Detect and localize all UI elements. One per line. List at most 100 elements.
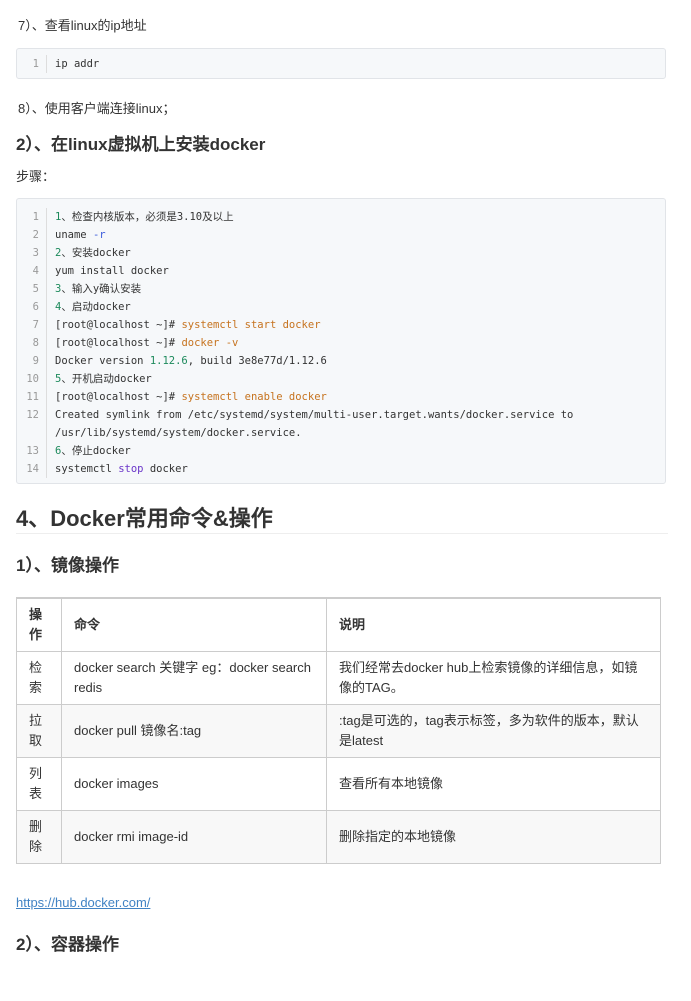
cell-desc: 我们经常去docker hub上检索镜像的详细信息，如镜像的TAG。: [326, 651, 661, 705]
table-row: 列表 docker images 查看所有本地镜像: [16, 757, 661, 811]
code-text: ip addr: [55, 58, 100, 70]
code-line: 13 6、停止docker: [17, 442, 665, 460]
code-token: docker: [143, 463, 188, 475]
code-text: [root@localhost ~]# systemctl enable doc…: [47, 388, 327, 406]
code-token: 、启动docker: [61, 301, 131, 313]
code-token: systemctl: [55, 463, 119, 475]
code-line: 2 uname -r: [17, 226, 665, 244]
code-line: 4 yum install docker: [17, 262, 665, 280]
line-number: 12: [17, 406, 47, 424]
cell-command: docker pull 镜像名:tag: [61, 704, 327, 758]
code-text: systemctl stop docker: [47, 460, 188, 478]
cell-desc: :tag是可选的，tag表示标签，多为软件的版本，默认是latest: [326, 704, 661, 758]
code-line: 3 2、安装docker: [17, 244, 665, 262]
code-token: stop: [118, 463, 144, 475]
code-text: [root@localhost ~]# systemctl start dock…: [47, 316, 321, 334]
table-row: 检索 docker search 关键字 eg：docker search red…: [16, 651, 661, 705]
table-header-row: 操作 命令 说明: [16, 597, 661, 652]
step-7-text: 7）、查看linux的ip地址: [18, 18, 147, 33]
docker-hub-link[interactable]: https://hub.docker.com/: [16, 895, 150, 910]
line-number: 14: [17, 460, 47, 478]
header-desc: 说明: [326, 597, 661, 652]
code-token: 、安装docker: [61, 247, 131, 259]
line-number: [17, 424, 47, 442]
cell-op: 列表: [16, 757, 62, 811]
line-number: 2: [17, 226, 47, 244]
code-block-install: 1 1、检查内核版本，必须是3.10及以上 2 uname -r 3 2、安装docker…: [16, 198, 666, 484]
line-number: 4: [17, 262, 47, 280]
line-number: 9: [17, 352, 47, 370]
code-token: 1.12.6: [149, 355, 188, 367]
code-text: 4、启动docker: [47, 298, 131, 316]
line-number: 6: [17, 298, 47, 316]
line-number: 13: [17, 442, 47, 460]
code-text: 3、输入y确认安装: [47, 280, 141, 298]
code-token: 、输入y确认安装: [61, 283, 142, 295]
line-number: 5: [17, 280, 47, 298]
table-row: 删除 docker rmi image-id 删除指定的本地镜像: [16, 810, 661, 864]
header-command: 命令: [61, 597, 327, 652]
line-number: 1: [17, 55, 47, 73]
heading-container-ops: 2）、容器操作: [16, 935, 119, 954]
step-8-text: 8）、使用客户端连接linux；: [18, 101, 176, 116]
code-text: Created symlink from /etc/systemd/system…: [47, 406, 573, 424]
cell-command: docker rmi image-id: [61, 810, 327, 864]
heading-install-docker: 2）、在linux虚拟机上安装docker: [16, 135, 266, 154]
divider: [16, 533, 668, 534]
code-token: systemctl enable docker: [181, 391, 327, 403]
code-line: 11 [root@localhost ~]# systemctl enable d…: [17, 388, 665, 406]
code-token: 、检查内核版本，必须是3.10及以上: [61, 211, 234, 223]
code-token: , build 3e8e77d/1.12.6: [187, 355, 327, 367]
cell-command: docker search 关键字 eg：docker search redis: [61, 651, 327, 705]
code-line: 12 Created symlink from /etc/systemd/syst…: [17, 406, 665, 424]
line-number: 11: [17, 388, 47, 406]
line-number: 8: [17, 334, 47, 352]
code-text: Docker version 1.12.6, build 3e8e77d/1.1…: [47, 352, 327, 370]
code-line: 8 [root@localhost ~]# docker -v: [17, 334, 665, 352]
code-text: /usr/lib/systemd/system/docker.service.: [47, 424, 302, 442]
code-line: 9 Docker version 1.12.6, build 3e8e77d/1.…: [17, 352, 665, 370]
header-op: 操作: [16, 597, 62, 652]
code-token: systemctl start docker: [181, 319, 321, 331]
cell-op: 拉取: [16, 704, 62, 758]
code-text: yum install docker: [47, 262, 169, 280]
code-line: /usr/lib/systemd/system/docker.service.: [17, 424, 665, 442]
line-number: 3: [17, 244, 47, 262]
code-line: 1 1、检查内核版本，必须是3.10及以上: [17, 208, 665, 226]
code-token: [root@localhost ~]#: [55, 391, 182, 403]
table-row: 拉取 docker pull 镜像名:tag:tag是可选的，tag表示标签，多为…: [16, 704, 661, 758]
steps-label: 步骤：: [16, 169, 56, 184]
code-token: docker -v: [181, 337, 239, 349]
code-line: 6 4、启动docker: [17, 298, 665, 316]
code-token: Created symlink from /etc/systemd/system…: [55, 409, 574, 421]
cell-desc: 查看所有本地镜像: [326, 757, 661, 811]
code-token: -r: [92, 229, 106, 241]
code-text: [root@localhost ~]# docker -v: [47, 334, 238, 352]
code-token: 、停止docker: [61, 445, 131, 457]
code-token: [root@localhost ~]#: [55, 319, 182, 331]
line-number: 7: [17, 316, 47, 334]
code-token: uname: [55, 229, 93, 241]
heading-image-ops: 1）、镜像操作: [16, 556, 119, 575]
cell-op: 删除: [16, 810, 62, 864]
code-token: /usr/lib/systemd/system/docker.service.: [55, 427, 302, 439]
code-line: 14 systemctl stop docker: [17, 460, 665, 478]
code-token: Docker version: [55, 355, 150, 367]
code-token: [root@localhost ~]#: [55, 337, 182, 349]
code-line: 7 [root@localhost ~]# systemctl start doc…: [17, 316, 665, 334]
image-ops-table: 操作 命令 说明 检索 docker search 关键字 eg：docker s…: [16, 597, 661, 864]
code-text: 5、开机启动docker: [47, 370, 152, 388]
line-number: 10: [17, 370, 47, 388]
code-text: uname -r: [47, 226, 106, 244]
line-number: 1: [17, 208, 47, 226]
code-line: 1 ip addr: [17, 55, 665, 73]
code-line: 10 5、开机启动docker: [17, 370, 665, 388]
code-block-ip: 1 ip addr: [16, 48, 666, 79]
code-text: 6、停止docker: [47, 442, 131, 460]
code-token: yum install docker: [55, 265, 169, 277]
cell-op: 检索: [16, 651, 62, 705]
code-text: 1、检查内核版本，必须是3.10及以上: [47, 208, 234, 226]
cell-command: docker images: [61, 757, 327, 811]
cell-desc: 删除指定的本地镜像: [326, 810, 661, 864]
heading-docker-commands: 4、Docker常用命令&操作: [16, 506, 273, 531]
